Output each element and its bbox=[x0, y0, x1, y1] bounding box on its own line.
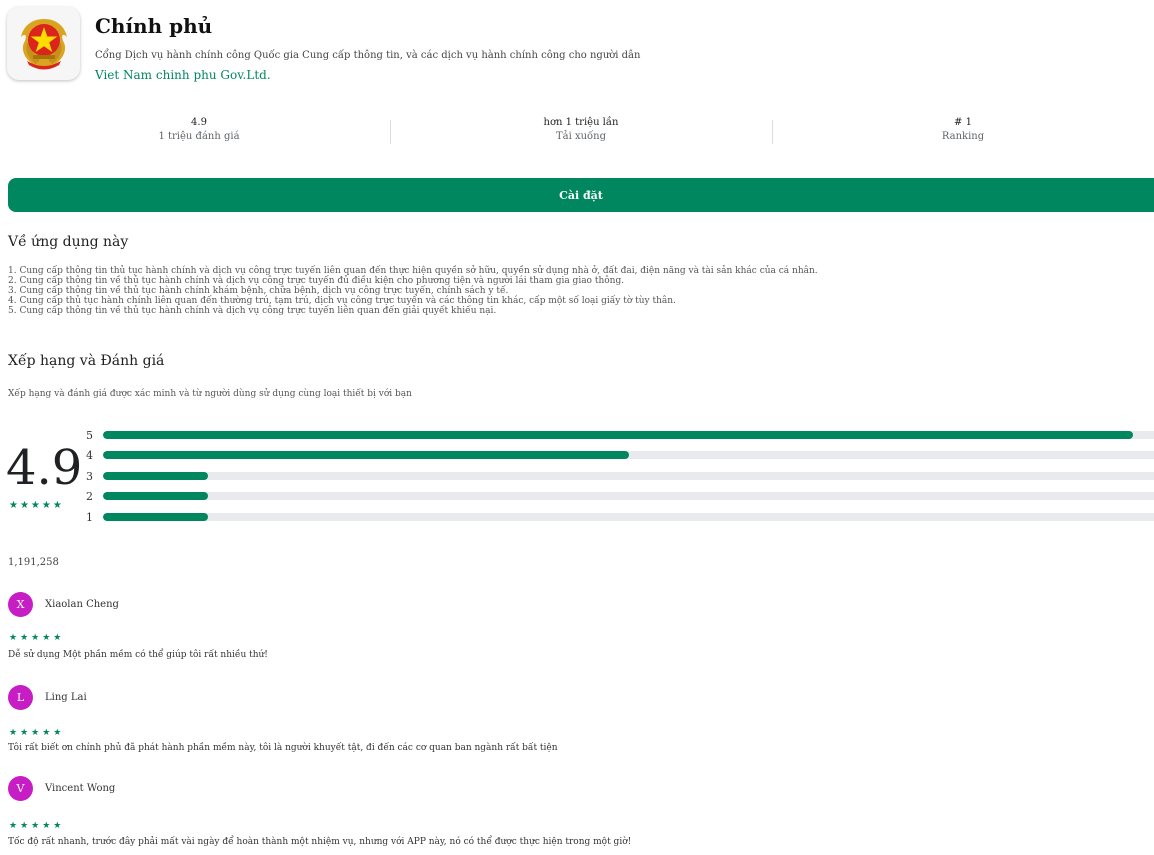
bar-label: 5 bbox=[86, 428, 93, 442]
stat-value: hơn 1 triệu lần bbox=[543, 117, 619, 128]
bar-track bbox=[103, 472, 1154, 480]
install-button[interactable]: Cài đặt bbox=[8, 178, 1154, 212]
score-stars: ★★★★★ bbox=[9, 500, 64, 511]
stat-downloads: hơn 1 triệu lần Tải xuống bbox=[390, 112, 772, 156]
app-description: Cổng Dịch vụ hành chính công Quốc gia Cu… bbox=[95, 50, 641, 61]
about-line: 5. Cung cấp thông tin về thủ tục hành ch… bbox=[8, 306, 497, 316]
ratings-subtitle: Xếp hạng và đánh giá được xác minh và từ… bbox=[8, 389, 412, 399]
bar-fill bbox=[103, 472, 209, 480]
bar-label: 1 bbox=[86, 510, 93, 524]
about-line: 2. Cung cấp thông tin về thủ tục hành ch… bbox=[8, 276, 625, 286]
about-line: 4. Cung cấp thủ tục hành chính liên quan… bbox=[8, 296, 676, 306]
avatar: X bbox=[8, 591, 33, 617]
review-header: V Vincent Wong bbox=[8, 775, 115, 801]
bar-fill bbox=[103, 513, 209, 521]
bar-track bbox=[103, 431, 1154, 439]
bar-fill bbox=[103, 451, 629, 459]
review-stars: ★★★★★ bbox=[9, 821, 65, 831]
ratings-title: Xếp hạng và Đánh giá bbox=[8, 353, 165, 369]
bar-label: 3 bbox=[86, 469, 93, 483]
vietnam-emblem-icon bbox=[20, 18, 67, 69]
about-description: 1. Cung cấp thông tin thủ tục hành chính… bbox=[8, 266, 818, 316]
about-line: 3. Cung cấp thông tin về thủ tục hành ch… bbox=[8, 286, 509, 296]
total-ratings-count: 1,191,258 bbox=[8, 557, 59, 568]
stat-value: # 1 bbox=[954, 117, 972, 128]
about-title: Về ứng dụng này bbox=[8, 234, 129, 250]
rating-bar-1: 1 bbox=[86, 510, 1154, 524]
stat-label: 1 triệu đánh giá bbox=[158, 131, 240, 142]
reviewer-name: Vincent Wong bbox=[45, 782, 116, 794]
average-score: 4.9 bbox=[6, 440, 83, 496]
bar-label: 4 bbox=[86, 448, 93, 462]
bar-fill bbox=[103, 492, 209, 500]
about-line: 1. Cung cấp thông tin thủ tục hành chính… bbox=[8, 266, 818, 276]
rating-bar-4: 4 bbox=[86, 448, 1154, 462]
review-header: L Ling Lai bbox=[8, 684, 87, 710]
app-icon bbox=[7, 7, 80, 80]
review-text: Dễ sử dụng Một phần mềm có thể giúp tôi … bbox=[8, 650, 268, 660]
stats-row: 4.9 1 triệu đánh giá hơn 1 triệu lần Tải… bbox=[8, 112, 1154, 156]
stat-label: Ranking bbox=[941, 131, 985, 142]
review-header: X Xiaolan Cheng bbox=[8, 591, 119, 617]
review-text: Tôi rất biết ơn chính phủ đã phát hành p… bbox=[8, 743, 558, 753]
stat-rating: 4.9 1 triệu đánh giá bbox=[8, 112, 390, 156]
rating-bar-5: 5 bbox=[86, 428, 1154, 442]
bar-track bbox=[103, 492, 1154, 500]
app-title: Chính phủ bbox=[95, 14, 213, 38]
avatar: L bbox=[8, 684, 33, 710]
review-text: Tốc độ rất nhanh, trước đây phải mất vài… bbox=[8, 837, 632, 847]
bar-track bbox=[103, 513, 1154, 521]
bar-fill bbox=[103, 431, 1133, 439]
reviewer-name: Ling Lai bbox=[45, 691, 87, 703]
review-stars: ★★★★★ bbox=[9, 728, 65, 738]
rating-bar-2: 2 bbox=[86, 489, 1154, 503]
bar-label: 2 bbox=[86, 489, 93, 503]
bar-track bbox=[103, 451, 1154, 459]
stat-value: 4.9 bbox=[191, 117, 207, 128]
stat-label: Tải xuống bbox=[555, 131, 607, 142]
avatar: V bbox=[8, 775, 33, 801]
reviewer-name: Xiaolan Cheng bbox=[45, 598, 119, 610]
stat-ranking: # 1 Ranking bbox=[772, 112, 1154, 156]
review-stars: ★★★★★ bbox=[9, 633, 65, 643]
rating-bar-3: 3 bbox=[86, 469, 1154, 483]
developer-link[interactable]: Viet Nam chinh phu Gov.Ltd. bbox=[95, 68, 271, 82]
